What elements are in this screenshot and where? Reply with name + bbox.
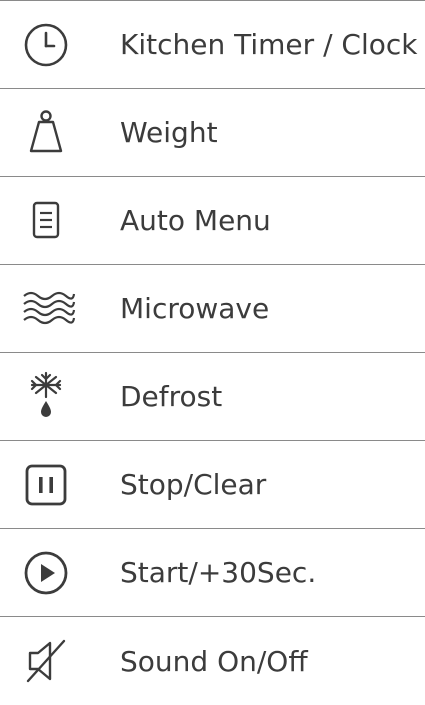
control-item-start[interactable]: Start/+30Sec.: [0, 529, 425, 617]
clock-icon: [12, 15, 80, 75]
microwave-waves-icon: [12, 279, 80, 339]
control-item-auto-menu[interactable]: Auto Menu: [0, 177, 425, 265]
control-item-kitchen-timer[interactable]: Kitchen Timer / Clock: [0, 1, 425, 89]
control-item-weight[interactable]: Weight: [0, 89, 425, 177]
weight-icon: [12, 103, 80, 163]
control-item-defrost[interactable]: Defrost: [0, 353, 425, 441]
control-item-label: Start/+30Sec.: [120, 556, 317, 589]
control-item-label: Microwave: [120, 292, 270, 325]
control-item-label: Auto Menu: [120, 204, 271, 237]
control-item-sound[interactable]: Sound On/Off: [0, 617, 425, 705]
control-item-label: Sound On/Off: [120, 644, 308, 678]
control-item-label: Defrost: [120, 380, 223, 413]
control-item-label: Weight: [120, 116, 218, 149]
menu-document-icon: [12, 191, 80, 251]
play-icon: [12, 543, 80, 603]
control-item-microwave[interactable]: Microwave: [0, 265, 425, 353]
pause-icon: [12, 455, 80, 515]
control-item-label: Stop/Clear: [120, 468, 267, 501]
snowflake-droplet-icon: [12, 367, 80, 427]
control-item-stop-clear[interactable]: Stop/Clear: [0, 441, 425, 529]
control-item-label: Kitchen Timer / Clock: [120, 28, 418, 61]
control-panel-legend: Kitchen Timer / Clock Weight Auto Menu M…: [0, 0, 425, 702]
speaker-mute-icon: [12, 631, 80, 691]
